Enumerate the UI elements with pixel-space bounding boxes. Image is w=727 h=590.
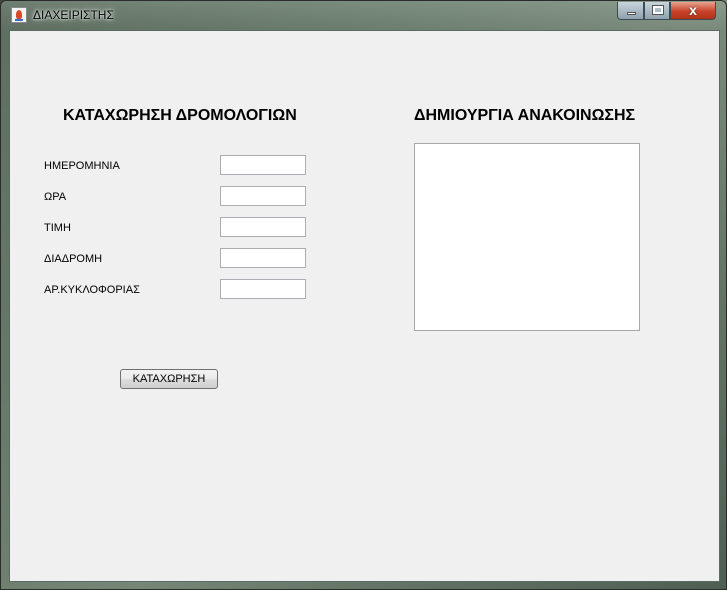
route-field[interactable]: [220, 248, 306, 268]
route-label: ΔΙΑΔΡΟΜΗ: [44, 253, 103, 265]
minimize-icon[interactable]: [617, 2, 644, 20]
date-label: ΗΜΕΡΟΜΗΝΙΑ: [44, 160, 120, 172]
maximize-icon[interactable]: [644, 2, 670, 20]
price-field[interactable]: [220, 217, 306, 237]
java-app-icon[interactable]: [11, 7, 27, 23]
date-field[interactable]: [220, 155, 306, 175]
time-field[interactable]: [220, 186, 306, 206]
close-button[interactable]: x: [670, 2, 716, 20]
submit-route-button[interactable]: ΚΑΤΑΧΩΡΗΣΗ: [120, 369, 218, 389]
plate-number-label: ΑΡ.ΚΥΚΛΟΦΟΡΙΑΣ: [44, 284, 140, 296]
title-bar[interactable]: ΔΙΑΧΕΙΡΙΣΤΗΣ x: [1, 1, 726, 29]
route-form-heading: ΚΑΤΑΧΩΡΗΣΗ ΔΡΟΜΟΛΟΓΙΩΝ: [63, 107, 297, 124]
app-window: ΔΙΑΧΕΙΡΙΣΤΗΣ x ΚΑΤΑΧΩΡΗΣΗ ΔΡΟΜΟΛΟΓΙΩΝ ΗΜ…: [0, 0, 727, 590]
window-title: ΔΙΑΧΕΙΡΙΣΤΗΣ: [33, 8, 114, 22]
announcement-textarea[interactable]: [414, 143, 640, 331]
content-panel: ΚΑΤΑΧΩΡΗΣΗ ΔΡΟΜΟΛΟΓΙΩΝ ΗΜΕΡΟΜΗΝΙΑ ΩΡΑ ΤΙ…: [9, 30, 720, 582]
price-label: ΤΙΜΗ: [44, 222, 71, 234]
close-icon: x: [689, 2, 697, 18]
announcement-heading: ΔΗΜΙΟΥΡΓΙΑ ΑΝΑΚΟΙΝΩΣΗΣ: [414, 107, 636, 124]
time-label: ΩΡΑ: [44, 191, 67, 203]
plate-number-field[interactable]: [220, 279, 306, 299]
